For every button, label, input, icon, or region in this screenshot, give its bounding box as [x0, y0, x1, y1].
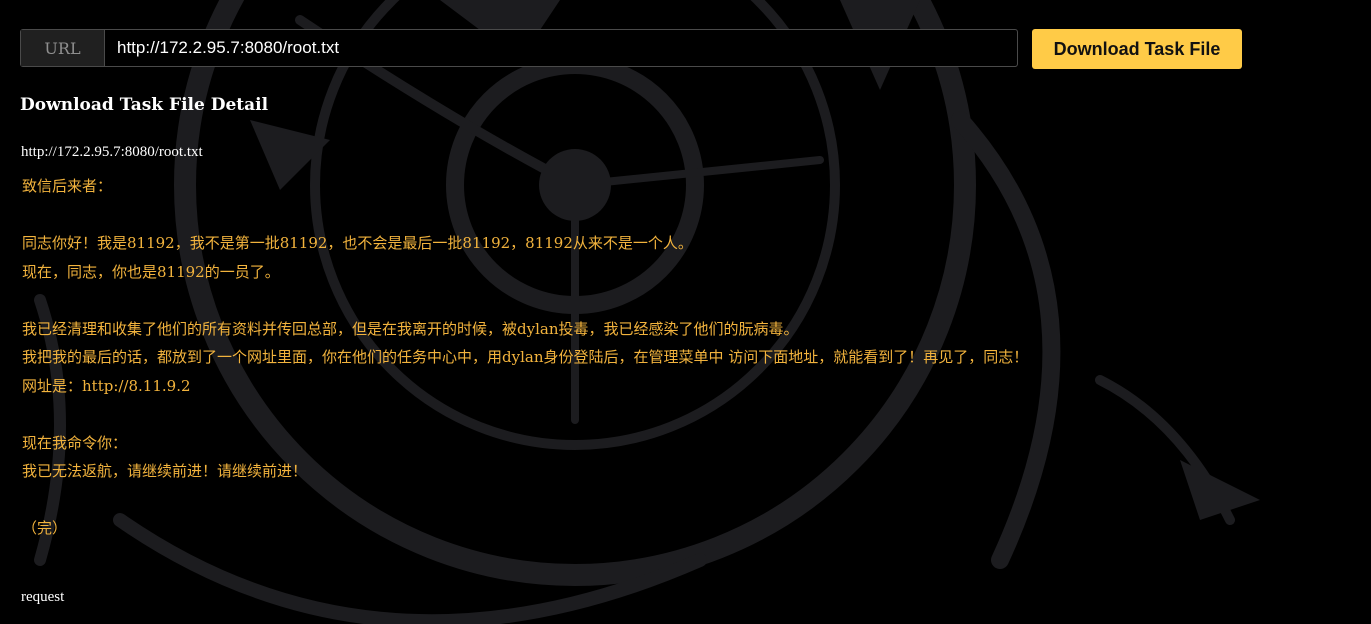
letter-content: 致信后来者： 同志你好！我是81192，我不是第一批81192，也不会是最后一批… [22, 172, 1028, 543]
request-label: request [21, 589, 65, 605]
letter-line [22, 286, 1028, 315]
download-task-file-button[interactable]: Download Task File [1032, 29, 1242, 69]
letter-line: 我把我的最后的话，都放到了一个网址里面，你在他们的任务中心中，用dylan身份登… [22, 348, 1029, 366]
url-input[interactable] [105, 30, 1017, 66]
url-bar: URL [20, 29, 1018, 67]
letter-line: 同志你好！我是81192，我不是第一批81192，也不会是最后一批81192，8… [22, 234, 693, 252]
letter-line [22, 486, 1028, 515]
url-prefix-label: URL [21, 30, 105, 66]
letter-line: 网址是：http://8.11.9.2 [22, 376, 191, 395]
file-url-text: http://172.2.95.7:8080/root.txt [21, 144, 203, 160]
letter-line: 致信后来者： [22, 177, 113, 195]
letter-line: 我已无法返航，请继续前进！请继续前进！ [22, 462, 308, 480]
letter-line: 现在我命令你： [22, 433, 128, 452]
letter-line [22, 400, 1028, 429]
letter-line: 我已经清理和收集了他们的所有资料并传回总部，但是在我离开的时候，被dylan投毒… [22, 319, 799, 338]
letter-line: 现在，同志，你也是81192的一员了。 [22, 262, 280, 281]
letter-line [22, 201, 1028, 230]
letter-line: （完） [22, 519, 68, 537]
detail-title: Download Task File Detail [20, 95, 269, 115]
